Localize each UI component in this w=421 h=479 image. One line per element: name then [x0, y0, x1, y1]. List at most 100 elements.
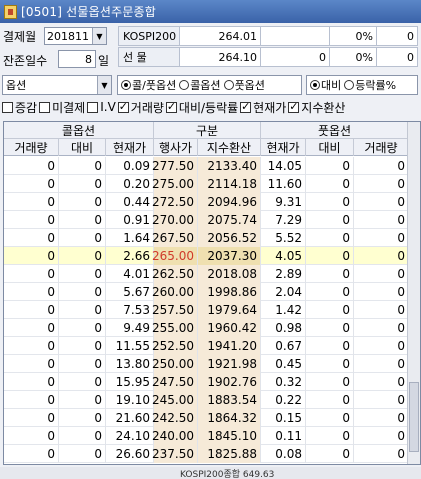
table-row[interactable]: 0 0 0.91 270.00 2075.74 7.29 0 0: [4, 211, 420, 229]
cell-put-price[interactable]: 0.45: [261, 355, 306, 373]
option-type-select[interactable]: 옵션 ▼: [2, 75, 112, 95]
cell-call-volume[interactable]: 0: [4, 229, 59, 247]
cell-put-price[interactable]: 0.15: [261, 409, 306, 427]
table-row[interactable]: 0 0 26.60 237.50 1825.88 0.08 0 0: [4, 445, 420, 463]
cell-put-price[interactable]: 0.22: [261, 391, 306, 409]
cell-strike[interactable]: 272.50: [152, 193, 198, 211]
cell-put-price[interactable]: 11.60: [261, 175, 306, 193]
cell-put-volume[interactable]: 0: [354, 445, 409, 463]
cell-put-change[interactable]: 0: [306, 193, 354, 211]
cell-call-price[interactable]: 4.01: [106, 265, 154, 283]
cell-put-price[interactable]: 2.04: [261, 283, 306, 301]
cell-call-change[interactable]: 0: [59, 283, 106, 301]
cell-put-change[interactable]: 0: [306, 391, 354, 409]
checkbox-change-rate[interactable]: 대비/등락률: [165, 99, 238, 116]
cell-index-conv[interactable]: 1883.54: [198, 391, 261, 409]
checkbox-increase[interactable]: 증감: [2, 99, 37, 116]
cell-put-change[interactable]: 0: [306, 337, 354, 355]
cell-call-volume[interactable]: 0: [4, 247, 59, 265]
cell-index-conv[interactable]: 1864.32: [198, 409, 261, 427]
table-row[interactable]: 0 0 0.09 277.50 2133.40 14.05 0 0: [4, 157, 420, 175]
cell-call-change[interactable]: 0: [59, 445, 106, 463]
cell-call-volume[interactable]: 0: [4, 355, 59, 373]
cell-put-volume[interactable]: 0: [354, 319, 409, 337]
chevron-down-icon[interactable]: ▼: [97, 76, 111, 94]
cell-put-change[interactable]: 0: [306, 265, 354, 283]
cell-strike[interactable]: 275.00: [152, 175, 198, 193]
radio-rate[interactable]: 등락률%: [344, 77, 396, 93]
cell-put-volume[interactable]: 0: [354, 391, 409, 409]
table-row[interactable]: 0 0 21.60 242.50 1864.32 0.15 0 0: [4, 409, 420, 427]
scrollbar-thumb[interactable]: [409, 382, 419, 452]
cell-strike[interactable]: 267.50: [152, 229, 198, 247]
cell-index-conv[interactable]: 1979.64: [198, 301, 261, 319]
cell-put-volume[interactable]: 0: [354, 193, 409, 211]
cell-put-price[interactable]: 0.98: [261, 319, 306, 337]
cell-index-conv[interactable]: 1845.10: [198, 427, 261, 445]
cell-strike[interactable]: 250.00: [152, 355, 198, 373]
checkbox-iv[interactable]: I.V: [87, 100, 116, 114]
cell-strike[interactable]: 265.00: [152, 247, 198, 265]
cell-strike[interactable]: 260.00: [152, 283, 198, 301]
month-select[interactable]: 201811 ▼: [44, 27, 107, 45]
cell-put-volume[interactable]: 0: [354, 355, 409, 373]
table-row[interactable]: 0 0 0.20 275.00 2114.18 11.60 0 0: [4, 175, 420, 193]
cell-index-conv[interactable]: 1960.42: [198, 319, 261, 337]
cell-put-volume[interactable]: 0: [354, 301, 409, 319]
cell-put-change[interactable]: 0: [306, 355, 354, 373]
checkbox-open-interest[interactable]: 미결제: [39, 99, 85, 116]
cell-index-conv[interactable]: 2018.08: [198, 265, 261, 283]
cell-call-price[interactable]: 7.53: [106, 301, 154, 319]
cell-call-volume[interactable]: 0: [4, 373, 59, 391]
cell-call-volume[interactable]: 0: [4, 391, 59, 409]
cell-call-change[interactable]: 0: [59, 391, 106, 409]
cell-index-conv[interactable]: 1921.98: [198, 355, 261, 373]
table-row[interactable]: 0 0 5.67 260.00 1998.86 2.04 0 0: [4, 283, 420, 301]
chevron-down-icon[interactable]: ▼: [92, 28, 106, 44]
table-row[interactable]: 0 0 24.10 240.00 1845.10 0.11 0 0: [4, 427, 420, 445]
cell-call-price[interactable]: 2.66: [106, 247, 154, 265]
cell-call-change[interactable]: 0: [59, 247, 106, 265]
cell-put-volume[interactable]: 0: [354, 157, 409, 175]
cell-index-conv[interactable]: 2075.74: [198, 211, 261, 229]
cell-put-change[interactable]: 0: [306, 247, 354, 265]
cell-call-change[interactable]: 0: [59, 265, 106, 283]
cell-call-volume[interactable]: 0: [4, 265, 59, 283]
cell-call-volume[interactable]: 0: [4, 319, 59, 337]
cell-put-change[interactable]: 0: [306, 445, 354, 463]
cell-call-change[interactable]: 0: [59, 373, 106, 391]
table-row[interactable]: 0 0 11.55 252.50 1941.20 0.67 0 0: [4, 337, 420, 355]
cell-strike[interactable]: 255.00: [152, 319, 198, 337]
cell-put-price[interactable]: 0.08: [261, 445, 306, 463]
cell-put-change[interactable]: 0: [306, 373, 354, 391]
cell-put-price[interactable]: 9.31: [261, 193, 306, 211]
cell-put-volume[interactable]: 0: [354, 337, 409, 355]
cell-call-price[interactable]: 0.20: [106, 175, 154, 193]
cell-put-price[interactable]: 0.32: [261, 373, 306, 391]
cell-strike[interactable]: 277.50: [152, 157, 198, 175]
cell-call-volume[interactable]: 0: [4, 211, 59, 229]
cell-put-change[interactable]: 0: [306, 229, 354, 247]
cell-put-volume[interactable]: 0: [354, 265, 409, 283]
cell-index-conv[interactable]: 2094.96: [198, 193, 261, 211]
cell-call-volume[interactable]: 0: [4, 193, 59, 211]
cell-put-change[interactable]: 0: [306, 175, 354, 193]
cell-call-price[interactable]: 13.80: [106, 355, 154, 373]
days-field[interactable]: 8: [58, 50, 96, 68]
cell-call-price[interactable]: 0.91: [106, 211, 154, 229]
table-row[interactable]: 0 0 7.53 257.50 1979.64 1.42 0 0: [4, 301, 420, 319]
cell-call-price[interactable]: 15.95: [106, 373, 154, 391]
cell-put-change[interactable]: 0: [306, 427, 354, 445]
cell-put-price[interactable]: 14.05: [261, 157, 306, 175]
cell-index-conv[interactable]: 1825.88: [198, 445, 261, 463]
cell-call-price[interactable]: 0.09: [106, 157, 154, 175]
cell-strike[interactable]: 247.50: [152, 373, 198, 391]
cell-call-change[interactable]: 0: [59, 175, 106, 193]
cell-strike[interactable]: 237.50: [152, 445, 198, 463]
cell-index-conv[interactable]: 2037.30: [198, 247, 261, 265]
cell-call-change[interactable]: 0: [59, 193, 106, 211]
checkbox-index-conv[interactable]: 지수환산: [288, 99, 345, 116]
table-row[interactable]: 0 0 9.49 255.00 1960.42 0.98 0 0: [4, 319, 420, 337]
cell-call-price[interactable]: 9.49: [106, 319, 154, 337]
table-row[interactable]: 0 0 13.80 250.00 1921.98 0.45 0 0: [4, 355, 420, 373]
